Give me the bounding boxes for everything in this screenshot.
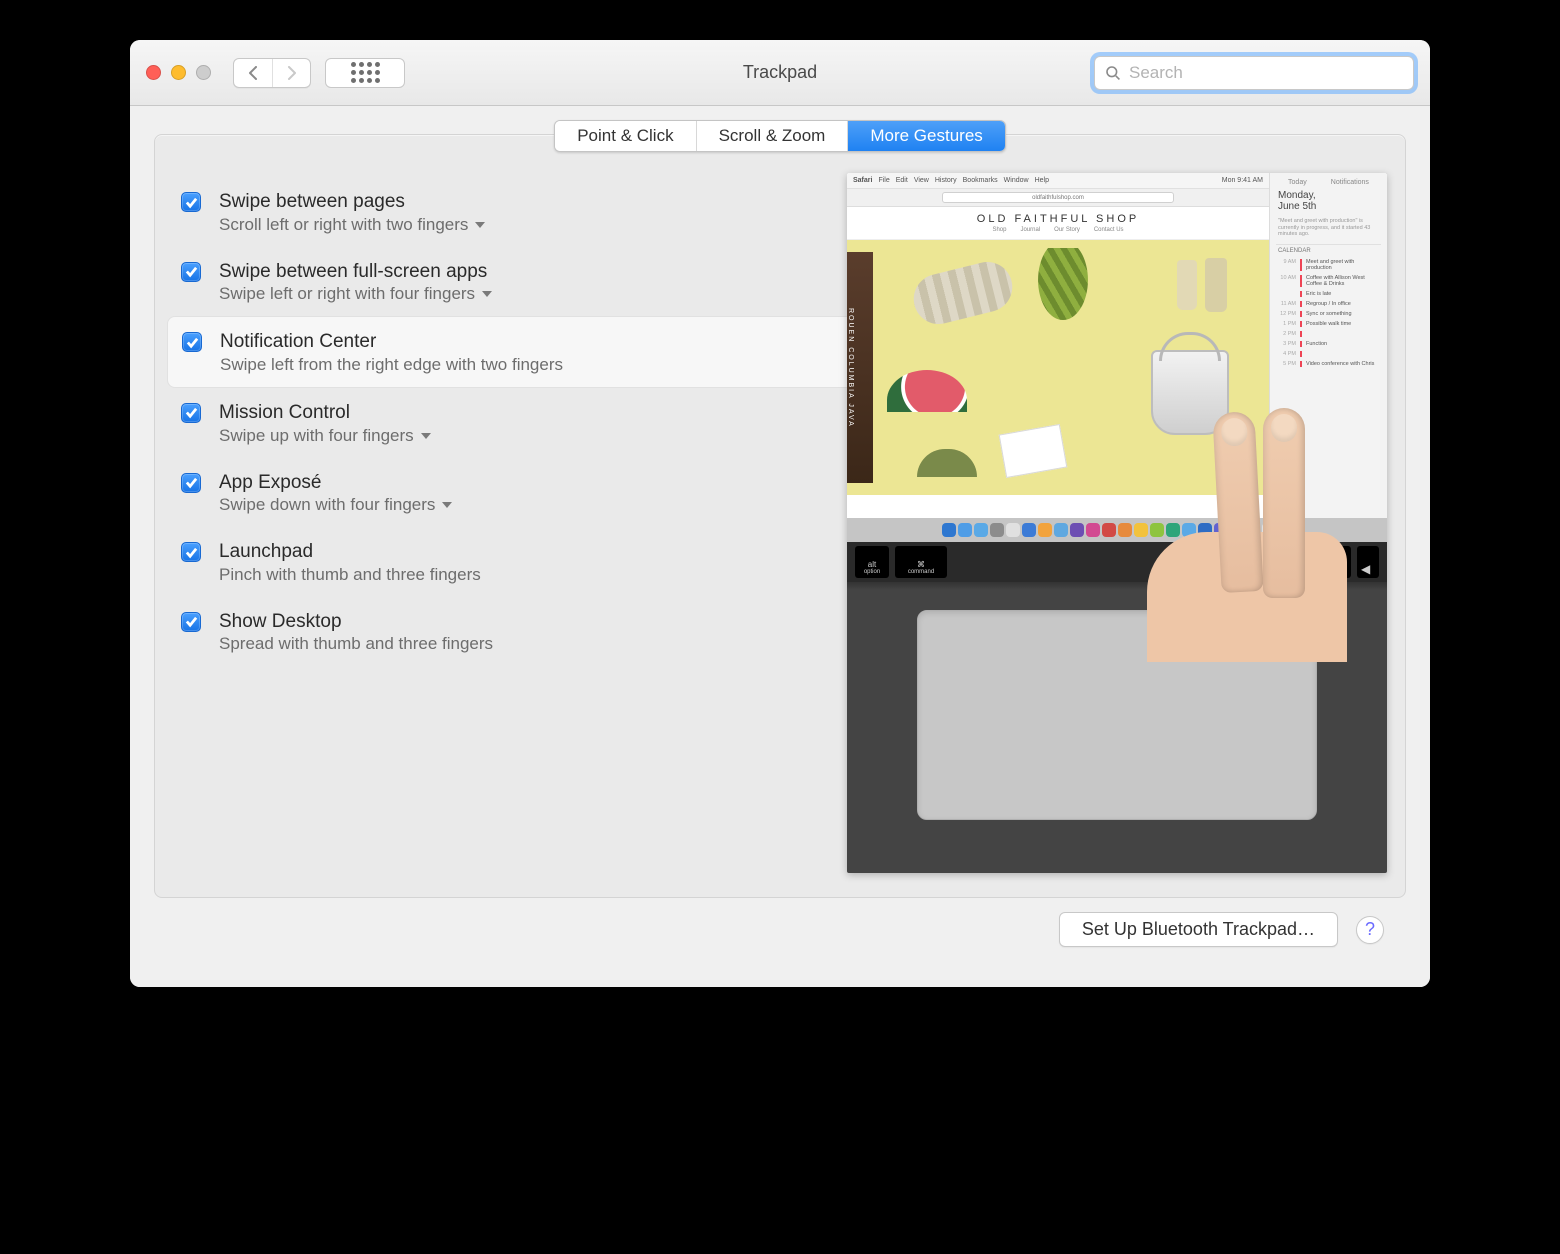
chevron-down-icon [481, 289, 493, 299]
gesture-subtitle: Spread with thumb and three fingers [219, 634, 493, 654]
toolbar: Trackpad [130, 40, 1430, 106]
close-window-button[interactable] [146, 65, 161, 80]
zoom-window-button[interactable] [196, 65, 211, 80]
help-button[interactable]: ? [1356, 916, 1384, 944]
preview-menubar: Safari File Edit View History Bookmarks … [847, 173, 1269, 189]
search-field[interactable] [1094, 56, 1414, 90]
tab-point-and-click[interactable]: Point & Click [555, 121, 696, 151]
setup-bluetooth-trackpad-button[interactable]: Set Up Bluetooth Trackpad… [1059, 912, 1338, 947]
chevron-down-icon [441, 500, 453, 510]
chevron-down-icon [420, 431, 432, 441]
gesture-title: App Exposé [219, 470, 453, 496]
content-area: Point & Click Scroll & Zoom More Gesture… [130, 106, 1430, 987]
gesture-list: Swipe between pages Scroll left or right… [155, 167, 847, 676]
gesture-title: Mission Control [219, 400, 432, 426]
checkbox[interactable] [181, 192, 201, 212]
gesture-subtitle: Swipe left from the right edge with two … [220, 355, 563, 375]
checkbox[interactable] [181, 403, 201, 423]
back-button[interactable] [234, 59, 272, 87]
preview-screen: Safari File Edit View History Bookmarks … [847, 173, 1387, 518]
preferences-window: Trackpad Point & Click Scroll & Zoom Mor… [130, 40, 1430, 987]
settings-panel: Point & Click Scroll & Zoom More Gesture… [154, 134, 1406, 898]
show-all-button[interactable] [325, 58, 405, 88]
checkbox[interactable] [181, 473, 201, 493]
gesture-swipe-between-fullscreen-apps[interactable]: Swipe between full-screen apps Swipe lef… [155, 247, 847, 317]
search-input[interactable] [1129, 63, 1403, 83]
preview-hero-image: ROUEN COLUMBIA JAVA [847, 240, 1269, 495]
gesture-title: Launchpad [219, 539, 481, 565]
preview-page-nav: Shop Journal Our Story Contact Us [847, 227, 1269, 240]
checkbox[interactable] [181, 262, 201, 282]
checkbox[interactable] [182, 332, 202, 352]
gesture-subtitle[interactable]: Scroll left or right with two fingers [219, 215, 486, 235]
gesture-app-expose[interactable]: App Exposé Swipe down with four fingers [155, 458, 847, 528]
footer: Set Up Bluetooth Trackpad… ? [154, 898, 1406, 969]
gesture-title: Show Desktop [219, 609, 493, 635]
chevron-left-icon [247, 66, 259, 80]
tab-more-gestures[interactable]: More Gestures [848, 121, 1004, 151]
gesture-swipe-between-pages[interactable]: Swipe between pages Scroll left or right… [155, 177, 847, 247]
minimize-window-button[interactable] [171, 65, 186, 80]
gesture-subtitle[interactable]: Swipe left or right with four fingers [219, 284, 493, 304]
checkbox[interactable] [181, 542, 201, 562]
grid-icon [351, 62, 380, 83]
gesture-subtitle[interactable]: Swipe up with four fingers [219, 426, 432, 446]
gesture-title: Notification Center [220, 329, 563, 355]
gesture-mission-control[interactable]: Mission Control Swipe up with four finge… [155, 388, 847, 458]
gesture-subtitle: Pinch with thumb and three fingers [219, 565, 481, 585]
check-icon [186, 336, 199, 349]
forward-button[interactable] [272, 59, 310, 87]
gesture-title: Swipe between pages [219, 189, 486, 215]
check-icon [185, 476, 198, 489]
gesture-preview: Safari File Edit View History Bookmarks … [847, 173, 1387, 873]
search-icon [1105, 65, 1121, 81]
tab-bar: Point & Click Scroll & Zoom More Gesture… [554, 120, 1006, 152]
gesture-subtitle[interactable]: Swipe down with four fingers [219, 495, 453, 515]
tab-scroll-and-zoom[interactable]: Scroll & Zoom [697, 121, 849, 151]
check-icon [185, 406, 198, 419]
chevron-down-icon [474, 220, 486, 230]
check-icon [185, 546, 198, 559]
check-icon [185, 615, 198, 628]
gesture-show-desktop[interactable]: Show Desktop Spread with thumb and three… [155, 597, 847, 667]
check-icon [185, 265, 198, 278]
check-icon [185, 196, 198, 209]
window-controls [146, 65, 211, 80]
checkbox[interactable] [181, 612, 201, 632]
gesture-launchpad[interactable]: Launchpad Pinch with thumb and three fin… [155, 527, 847, 597]
gesture-title: Swipe between full-screen apps [219, 259, 493, 285]
nav-button-group [233, 58, 311, 88]
chevron-right-icon [286, 66, 298, 80]
preview-address-bar: oldfaithfulshop.com [847, 189, 1269, 207]
gesture-notification-center[interactable]: Notification Center Swipe left from the … [167, 316, 847, 388]
preview-page-title: OLD FAITHFUL SHOP [847, 207, 1269, 227]
